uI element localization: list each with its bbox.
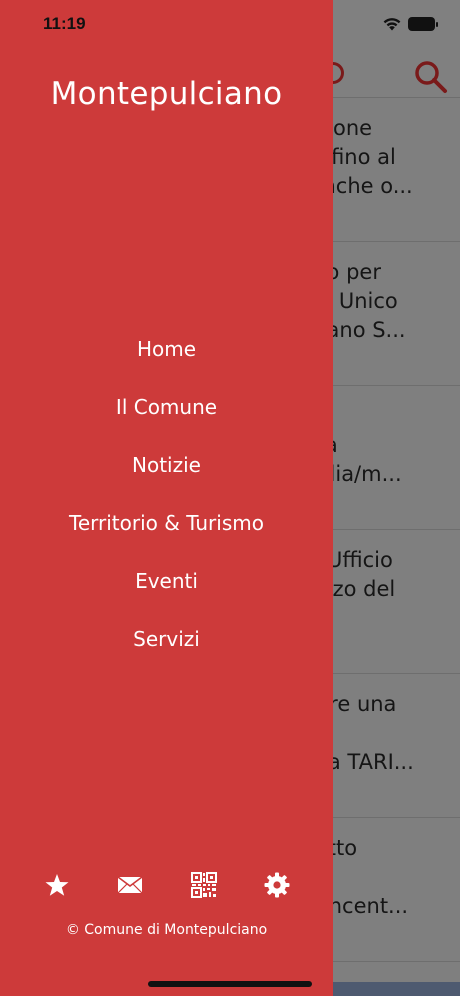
drawer-title: Montepulciano — [50, 76, 283, 112]
battery-tip — [436, 22, 438, 27]
drawer-menu: Home Il Comune Notizie Territorio & Turi… — [0, 330, 333, 678]
qr-code-icon[interactable] — [191, 872, 217, 898]
search-icon[interactable] — [414, 60, 448, 94]
menu-item-territorio-turismo[interactable]: Territorio & Turismo — [0, 504, 333, 562]
menu-item-il-comune[interactable]: Il Comune — [0, 388, 333, 446]
gear-icon[interactable] — [264, 872, 290, 898]
star-icon[interactable] — [44, 872, 70, 898]
mail-icon[interactable] — [117, 872, 143, 898]
menu-item-eventi[interactable]: Eventi — [0, 562, 333, 620]
wifi-icon — [383, 18, 401, 31]
copyright-text: © Comune di Montepulciano — [65, 922, 268, 938]
side-drawer: 11:19 Montepulciano Home Il Comune Notiz… — [0, 0, 333, 996]
battery-icon — [408, 17, 435, 31]
menu-item-servizi[interactable]: Servizi — [0, 620, 333, 678]
menu-item-home[interactable]: Home — [0, 330, 333, 388]
menu-item-notizie[interactable]: Notizie — [0, 446, 333, 504]
home-indicator[interactable] — [148, 981, 312, 987]
status-indicators — [382, 14, 442, 34]
drawer-icon-row — [0, 872, 333, 900]
status-time: 11:19 — [43, 14, 86, 33]
